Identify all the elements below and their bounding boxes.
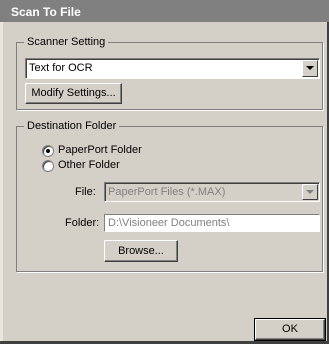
window-left-border [0,22,3,344]
modify-settings-button[interactable]: Modify Settings... [25,83,122,104]
scanner-setting-dropdown[interactable]: Text for OCR [25,58,320,79]
destination-folder-legend: Destination Folder [24,119,120,133]
folder-path-value: D:\Visioneer Documents\ [108,217,230,229]
chevron-down-icon [306,190,314,194]
paperport-folder-label[interactable]: PaperPort Folder [58,144,142,156]
ok-button[interactable]: OK [254,318,326,341]
file-type-dropdown[interactable]: PaperPort Files (*.MAX) [104,182,320,202]
file-label: File: [75,186,96,198]
scanner-setting-value: Text for OCR [29,62,93,74]
other-folder-label[interactable]: Other Folder [58,159,120,171]
file-type-value: PaperPort Files (*.MAX) [108,186,226,198]
radio-selected-dot [46,149,50,153]
browse-button[interactable]: Browse... [104,240,178,262]
chevron-down-icon [306,66,314,70]
browse-label: Browse... [118,245,164,257]
paperport-folder-radio[interactable] [42,145,54,157]
folder-label: Folder: [65,217,100,229]
modify-settings-label: Modify Settings... [31,87,116,99]
file-type-dropdown-button[interactable] [302,184,318,200]
folder-path-field[interactable]: D:\Visioneer Documents\ [104,214,320,232]
other-folder-radio[interactable] [42,160,54,172]
scanner-setting-legend: Scanner Setting [24,35,109,49]
scanner-setting-dropdown-button[interactable] [302,60,318,77]
window-title: Scan To File [0,0,329,22]
ok-label: OK [282,323,298,335]
